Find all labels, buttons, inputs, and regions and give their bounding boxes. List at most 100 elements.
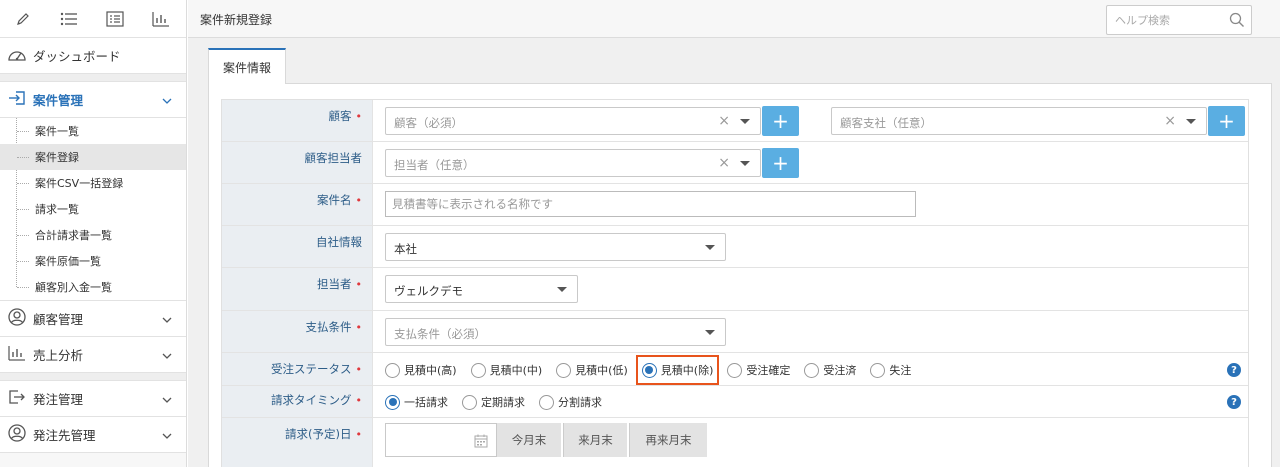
checklist-icon[interactable] [92, 0, 138, 38]
user-circle-icon [7, 424, 27, 445]
staff-select[interactable]: ヴェルクデモ [385, 275, 578, 303]
nav-dashboard[interactable]: ダッシュボード [0, 38, 186, 74]
case-name-label-text: 案件名 [317, 193, 352, 207]
end-of-this-month-button[interactable]: 今月末 [497, 423, 561, 457]
dashboard-icon [7, 46, 27, 65]
customer-label: 顧客 • [222, 100, 373, 141]
case-name-value [373, 184, 1248, 225]
search-icon[interactable] [1229, 12, 1245, 31]
customer-branch-select[interactable]: 顧客支社（任意） × [831, 107, 1207, 135]
radio-status-low[interactable]: 見積中(低) [556, 362, 628, 378]
radio-label: 失注 [889, 364, 912, 377]
chevron-down-icon [162, 313, 172, 327]
help-question-icon[interactable]: ? [1227, 395, 1241, 409]
nav-hacchusaki-kanri-label: 発注先管理 [33, 428, 96, 443]
sub-item-anken-genka[interactable]: 案件原価一覧 [0, 248, 186, 274]
radio-status-ordered[interactable]: 受注済 [804, 362, 856, 378]
radio-label: 見積中(中) [489, 364, 543, 377]
radio-status-mid[interactable]: 見積中(中) [470, 362, 543, 378]
top-bar: 案件新規登録 [188, 0, 1280, 38]
order-status-label: 受注ステータス • [222, 353, 373, 385]
case-name-input[interactable] [385, 191, 916, 217]
order-status-label-text: 受注ステータス [271, 362, 352, 376]
radio-status-lost[interactable]: 失注 [870, 362, 911, 378]
billing-timing-value: 一括請求 定期請求 分割請求 ? [373, 386, 1248, 417]
staff-value: ヴェルクデモ [373, 268, 1248, 310]
staff-label: 担当者 • [222, 268, 373, 310]
row-billing-timing: 請求タイミング • 一括請求 定期請求 分割請求 ? [222, 386, 1248, 418]
add-contact-button[interactable]: + [762, 148, 799, 178]
order-status-value: 見積中(高) 見積中(中) 見積中(低) 見積中(除) 受注確定 受注済 失注 … [373, 353, 1248, 385]
company-selected: 本社 [394, 242, 417, 256]
contact-label: 顧客担当者 [222, 142, 373, 183]
customer-placeholder: 顧客（必須） [394, 116, 463, 130]
tab-anken-info[interactable]: 案件情報 [208, 48, 286, 84]
caret-down-icon [1186, 119, 1196, 124]
radio-label: 見積中(高) [404, 364, 457, 377]
login-arrow-icon [7, 90, 27, 109]
radio-billing-periodic[interactable]: 定期請求 [462, 394, 525, 410]
nav-hacchu-kanri[interactable]: 発注管理 [0, 381, 186, 417]
pencil-icon[interactable] [0, 0, 46, 38]
nav-gap [0, 373, 186, 381]
radio-label: 分割請求 [558, 396, 602, 409]
contact-select[interactable]: 担当者（任意） × [385, 149, 761, 177]
end-of-next-month-button[interactable]: 来月末 [563, 423, 627, 457]
radio-billing-split[interactable]: 分割請求 [539, 394, 602, 410]
billing-timing-label-text: 請求タイミング [271, 393, 352, 407]
row-case-name: 案件名 • [222, 184, 1248, 226]
sub-item-anken-ichiran[interactable]: 案件一覧 [0, 118, 186, 144]
contact-label-text: 顧客担当者 [304, 151, 363, 165]
payment-value: 支払条件（必須） [373, 311, 1248, 352]
nav-hacchu-kanri-label: 発注管理 [33, 392, 84, 407]
payment-select[interactable]: 支払条件（必須） [385, 318, 726, 346]
sub-item-anken-csv[interactable]: 案件CSV一括登録 [0, 170, 186, 196]
clear-icon[interactable]: × [718, 113, 730, 129]
nav-hacchusaki-kanri[interactable]: 発注先管理 [0, 417, 186, 453]
customer-select[interactable]: 顧客（必須） × [385, 107, 761, 135]
add-customer-branch-button[interactable]: + [1208, 106, 1245, 136]
radio-circle [870, 362, 886, 378]
radio-status-excluded[interactable]: 見積中(除) [635, 355, 720, 385]
form-panel: 顧客 • 顧客（必須） × + 顧客支社（任意） × + 顧客担当者 担当者（任… [208, 83, 1272, 467]
sub-item-seikyu-ichiran[interactable]: 請求一覧 [0, 196, 186, 222]
row-billing-date: 請求(予定)日 • 今月末 来月末 再来月末 [222, 418, 1248, 467]
nav-dashboard-label: ダッシュボード [33, 49, 121, 64]
radio-status-confirmed[interactable]: 受注確定 [727, 362, 790, 378]
sub-item-anken-touroku[interactable]: 案件登録 [0, 144, 186, 170]
help-search-input[interactable] [1107, 6, 1217, 34]
radio-billing-lump[interactable]: 一括請求 [385, 394, 448, 410]
required-mark: • [355, 110, 363, 123]
order-status-radios: 見積中(高) 見積中(中) 見積中(低) 見積中(除) 受注確定 受注済 失注 [385, 355, 925, 385]
case-name-label: 案件名 • [222, 184, 373, 225]
company-select[interactable]: 本社 [385, 233, 726, 261]
radio-circle [804, 362, 820, 378]
end-of-month-after-next-button[interactable]: 再来月末 [629, 423, 707, 457]
billing-date-input[interactable] [385, 423, 497, 457]
chevron-down-icon [162, 94, 172, 108]
calendar-icon[interactable] [474, 434, 488, 451]
clear-icon[interactable]: × [718, 155, 730, 171]
page-title: 案件新規登録 [200, 13, 273, 27]
chevron-down-icon [162, 429, 172, 443]
sub-item-goukei-seikyusho[interactable]: 合計請求書一覧 [0, 222, 186, 248]
billing-date-label-text: 請求(予定)日 [285, 427, 352, 441]
add-customer-button[interactable]: + [762, 106, 799, 136]
help-question-icon[interactable]: ? [1227, 363, 1241, 377]
radio-label: 定期請求 [481, 396, 525, 409]
bar-chart-icon[interactable] [138, 0, 184, 38]
sidebar-toolbar [0, 0, 186, 38]
nav-uriage-bunseki[interactable]: 売上分析 [0, 337, 186, 373]
staff-label-text: 担当者 [317, 277, 352, 291]
contact-placeholder: 担当者（任意） [394, 158, 475, 172]
list-icon[interactable] [46, 0, 92, 38]
bar-chart-icon [7, 345, 27, 364]
nav-anken-kanri[interactable]: 案件管理 [0, 82, 186, 118]
sub-item-kokyaku-nyukin[interactable]: 顧客別入金一覧 [0, 274, 186, 300]
radio-status-high[interactable]: 見積中(高) [385, 362, 457, 378]
main-area: 案件情報 顧客 • 顧客（必須） × + 顧客支社（任意） × + 顧客担当者 … [188, 38, 1280, 467]
nav-kokyaku-kanri[interactable]: 顧客管理 [0, 301, 186, 337]
clear-icon[interactable]: × [1164, 113, 1176, 129]
row-customer: 顧客 • 顧客（必須） × + 顧客支社（任意） × + [222, 100, 1248, 142]
required-mark: • [355, 428, 363, 441]
